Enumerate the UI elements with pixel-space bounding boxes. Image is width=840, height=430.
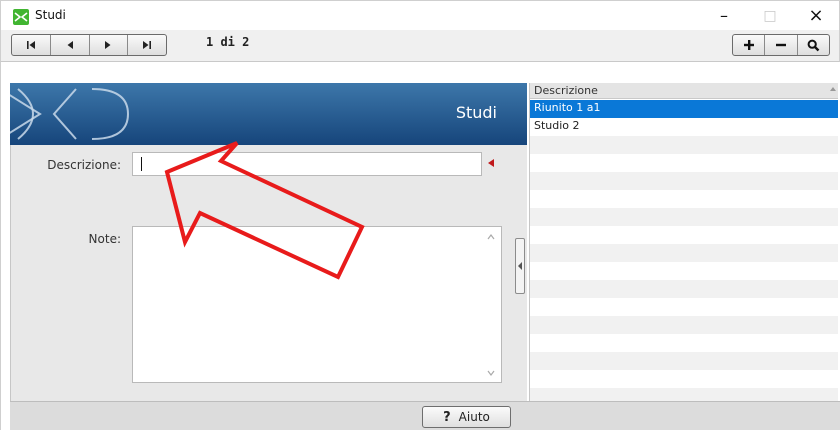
empty-row [530, 298, 838, 316]
text-cursor [141, 157, 142, 171]
banner-logo [10, 88, 130, 140]
description-label: Descrizione: [47, 158, 121, 172]
empty-row [530, 190, 838, 208]
next-record-icon [105, 41, 111, 49]
collapse-left-icon [518, 262, 522, 270]
previous-record-icon [67, 41, 73, 49]
maximize-button[interactable]: □ [747, 1, 793, 31]
records-grid: Descrizione Riunito 1 a1 Studio 2 [529, 83, 838, 401]
scroll-up-icon[interactable] [486, 232, 496, 242]
record-navigation [11, 34, 167, 56]
toolbar: 1 di 2 [0, 30, 840, 62]
add-record-button[interactable] [733, 35, 766, 55]
help-icon: ? [443, 409, 451, 425]
empty-row [530, 172, 838, 190]
grid-row[interactable]: Studio 2 [530, 118, 838, 136]
empty-row [530, 226, 838, 244]
help-button[interactable]: ? Aiuto [422, 406, 511, 428]
empty-row [530, 280, 838, 298]
empty-row [530, 244, 838, 262]
grid-header-label: Descrizione [534, 84, 598, 97]
empty-row [530, 262, 838, 280]
search-button[interactable] [798, 35, 829, 55]
first-record-button[interactable] [12, 35, 51, 55]
last-record-button[interactable] [128, 35, 166, 55]
empty-row [530, 316, 838, 334]
plus-icon [743, 40, 754, 50]
first-record-icon [26, 41, 35, 49]
close-button[interactable]: × [793, 1, 839, 31]
banner: Studi [10, 83, 527, 145]
window-left-edge [0, 62, 10, 430]
window-title: Studi [35, 8, 66, 22]
minus-icon [775, 43, 786, 47]
empty-row [530, 154, 838, 172]
empty-row [530, 352, 838, 370]
empty-row [530, 208, 838, 226]
help-button-label: Aiuto [458, 410, 490, 424]
empty-row [530, 370, 838, 388]
app-icon [13, 9, 29, 25]
grid-column-header[interactable]: Descrizione [530, 83, 838, 99]
banner-title: Studi [455, 103, 497, 122]
grid-row[interactable]: Riunito 1 a1 [530, 100, 838, 118]
record-actions [732, 34, 830, 56]
record-counter: 1 di 2 [206, 35, 250, 49]
description-field[interactable] [132, 152, 482, 176]
required-marker-icon [488, 159, 494, 167]
search-icon [807, 39, 820, 51]
previous-record-button[interactable] [51, 35, 90, 55]
title-bar: Studi – □ × [0, 0, 840, 30]
splitter-handle[interactable] [515, 238, 525, 294]
last-record-icon [143, 41, 152, 49]
note-label: Note: [88, 232, 121, 246]
delete-record-button[interactable] [765, 35, 798, 55]
next-record-button[interactable] [90, 35, 129, 55]
note-field[interactable] [132, 226, 502, 383]
empty-row [530, 388, 838, 401]
sort-ascending-icon [830, 87, 836, 91]
empty-row [530, 136, 838, 154]
scroll-down-icon[interactable] [486, 368, 496, 378]
empty-row [530, 334, 838, 352]
minimize-button[interactable]: – [701, 1, 747, 31]
